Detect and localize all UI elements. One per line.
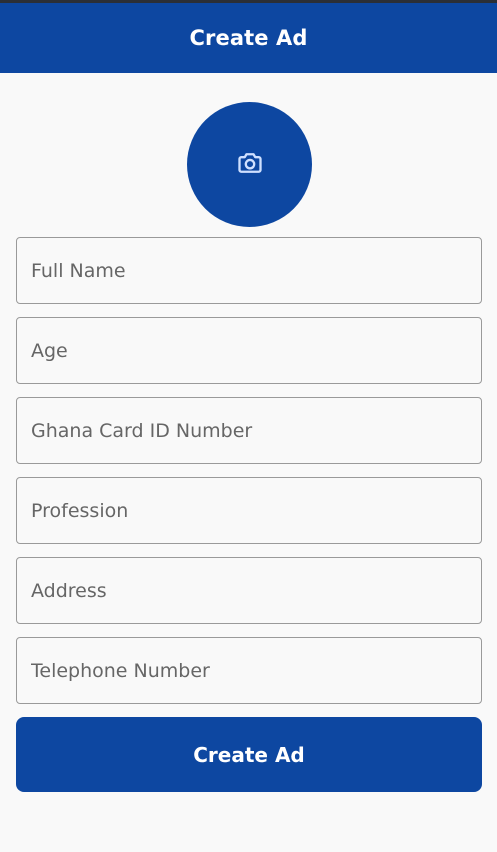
- telephone-field[interactable]: [16, 637, 482, 704]
- profession-input[interactable]: [17, 478, 481, 543]
- age-field[interactable]: [16, 317, 482, 384]
- telephone-input[interactable]: [17, 638, 481, 703]
- camera-icon: [236, 149, 264, 181]
- ghana-card-id-input[interactable]: [17, 398, 481, 463]
- full-name-field[interactable]: [16, 237, 482, 304]
- photo-picker-button[interactable]: [187, 102, 312, 227]
- ghana-card-id-field[interactable]: [16, 397, 482, 464]
- age-input[interactable]: [17, 318, 481, 383]
- app-bar: Create Ad: [0, 3, 497, 73]
- address-input[interactable]: [17, 558, 481, 623]
- full-name-input[interactable]: [17, 238, 481, 303]
- page-title: Create Ad: [189, 26, 308, 50]
- create-ad-button[interactable]: Create Ad: [16, 717, 482, 792]
- profession-field[interactable]: [16, 477, 482, 544]
- address-field[interactable]: [16, 557, 482, 624]
